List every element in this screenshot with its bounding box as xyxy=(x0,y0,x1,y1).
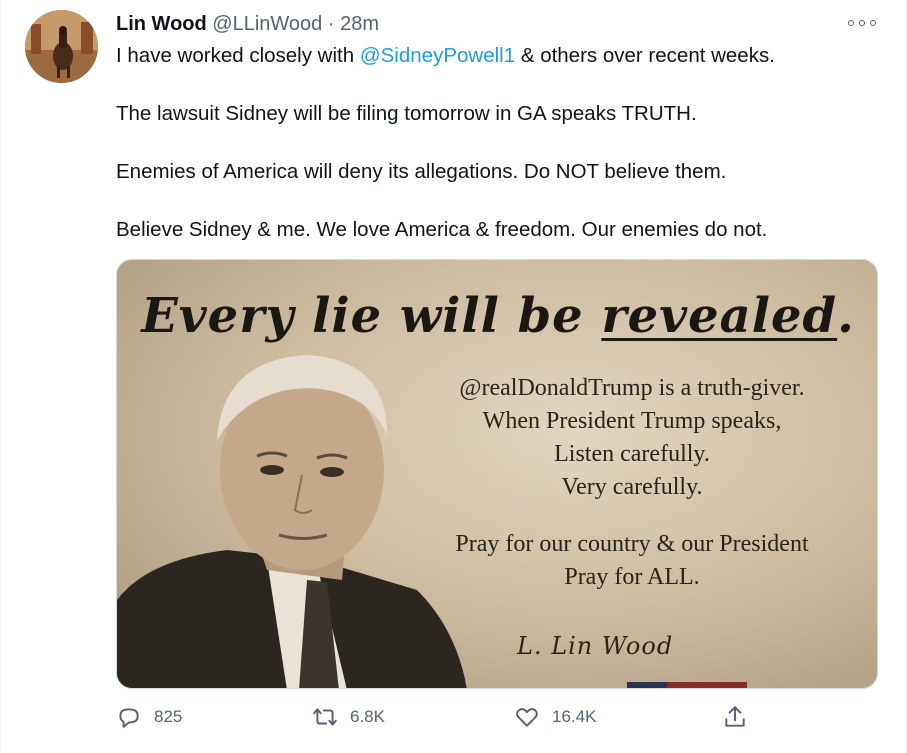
like-count: 16.4K xyxy=(552,707,597,726)
more-options-icon[interactable] xyxy=(848,14,876,32)
tweet-line: The lawsuit Sidney will be filing tomorr… xyxy=(116,102,697,125)
tweet-text-segment: I have worked closely with xyxy=(116,44,360,67)
image-signature: L. Lin Wood xyxy=(517,632,674,660)
retweet-button[interactable]: 6.8K xyxy=(312,704,385,730)
image-headline-end: . xyxy=(837,288,855,344)
header-separator: · xyxy=(327,13,335,35)
reply-icon xyxy=(119,708,139,728)
tweet-card[interactable]: Lin Wood @LLinWood · 28m I have worked c… xyxy=(0,0,907,753)
more-dot xyxy=(859,20,865,26)
image-quote-line: When President Trump speaks, xyxy=(482,408,782,434)
image-quote: @realDonaldTrump is a truth-giver. When … xyxy=(417,372,847,594)
image-headline-text: Every lie will be xyxy=(141,288,602,344)
image-quote-line: Pray for ALL. xyxy=(564,564,700,590)
like-button[interactable]: 16.4K xyxy=(514,704,596,730)
reply-button[interactable]: 825 xyxy=(116,704,182,730)
image-headline: Every lie will be revealed. xyxy=(117,288,877,344)
image-quote-line: Listen carefully. xyxy=(554,441,710,467)
share-button[interactable] xyxy=(722,704,760,730)
image-quote-line: @realDonaldTrump is a truth-giver. xyxy=(459,375,805,401)
author-handle[interactable]: @LLinWood xyxy=(212,13,322,35)
image-quote-line: Pray for our country & our President xyxy=(455,531,809,557)
tweet-header: Lin Wood @LLinWood · 28m xyxy=(116,12,379,36)
more-dot xyxy=(870,20,876,26)
retweet-icon xyxy=(313,708,337,726)
mention-link[interactable]: @SidneyPowell1 xyxy=(360,44,515,67)
tweet-line: I have worked closely with @SidneyPowell… xyxy=(116,44,876,68)
tweet-actions: 825 6.8K 16.4K xyxy=(116,704,776,734)
tweet-line: Enemies of America will deny its allegat… xyxy=(116,160,727,183)
share-icon xyxy=(725,706,745,727)
heart-icon xyxy=(516,708,538,727)
author-name[interactable]: Lin Wood xyxy=(116,13,207,35)
tweet-text: I have worked closely with @SidneyPowell… xyxy=(116,44,876,276)
tweet-image[interactable]: Every lie will be revealed. @realDonaldT… xyxy=(116,259,878,689)
tweet-line: Believe Sidney & me. We love America & f… xyxy=(116,218,768,241)
tweet-timestamp[interactable]: 28m xyxy=(340,13,379,35)
reply-count: 825 xyxy=(154,707,183,726)
image-headline-underlined: revealed xyxy=(601,288,838,344)
more-dot xyxy=(848,20,854,26)
tweet-text-segment: & others over recent weeks. xyxy=(515,44,775,67)
image-quote-line: Very carefully. xyxy=(561,474,703,500)
avatar-image xyxy=(25,10,98,83)
retweet-count: 6.8K xyxy=(350,707,385,726)
author-avatar[interactable] xyxy=(25,10,98,83)
